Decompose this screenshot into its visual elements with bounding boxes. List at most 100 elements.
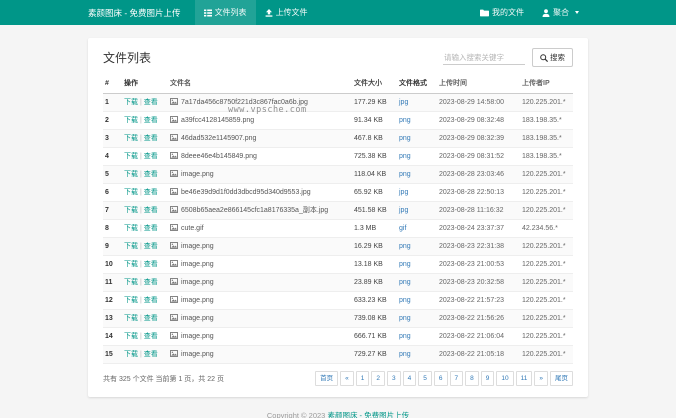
- search-input[interactable]: [443, 50, 525, 65]
- uploader-ip: 120.225.201.*: [520, 345, 573, 364]
- download-link[interactable]: 下载: [124, 135, 138, 142]
- filename: image.png: [181, 171, 214, 178]
- file-size: 666.71 KB: [352, 327, 397, 346]
- page-button[interactable]: 6: [433, 371, 448, 386]
- download-link[interactable]: 下载: [124, 351, 138, 358]
- footer-link[interactable]: 素颜图床 - 免费图片上传: [327, 411, 409, 418]
- download-link[interactable]: 下载: [124, 153, 138, 160]
- download-link[interactable]: 下载: [124, 99, 138, 106]
- col-header-name: 文件名: [168, 73, 352, 94]
- page-button[interactable]: 8: [465, 371, 479, 386]
- view-link[interactable]: 查看: [144, 135, 158, 142]
- nav-item-user-menu[interactable]: 聚合: [533, 0, 588, 25]
- table-row: 14 下载 | 查看 image.png 666.71 KB png 2023-…: [103, 327, 573, 346]
- view-link[interactable]: 查看: [144, 261, 158, 268]
- format-link[interactable]: png: [399, 135, 411, 142]
- table-row: 7 下载 | 查看 6508b65aea2e866145cfc1a8176335…: [103, 201, 573, 220]
- format-link[interactable]: gif: [399, 225, 406, 232]
- view-link[interactable]: 查看: [144, 99, 158, 106]
- view-link[interactable]: 查看: [144, 333, 158, 340]
- image-icon: [170, 188, 178, 195]
- view-link[interactable]: 查看: [144, 171, 158, 178]
- format-link[interactable]: jpg: [399, 99, 408, 106]
- format-link[interactable]: png: [399, 279, 411, 286]
- upload-icon: [265, 8, 273, 17]
- page-button[interactable]: 9: [480, 371, 495, 386]
- search-button[interactable]: 搜索: [532, 48, 573, 67]
- file-size: 177.29 KB: [352, 93, 397, 112]
- download-link[interactable]: 下载: [124, 189, 138, 196]
- view-link[interactable]: 查看: [144, 207, 158, 214]
- download-link[interactable]: 下载: [124, 207, 138, 214]
- filename: a39fcc4128145859.png: [181, 117, 255, 124]
- view-link[interactable]: 查看: [144, 189, 158, 196]
- download-link[interactable]: 下载: [124, 315, 138, 322]
- page-button[interactable]: 4: [402, 371, 417, 386]
- page-button[interactable]: «: [340, 371, 354, 386]
- nav-item-upload[interactable]: 上传文件: [256, 0, 317, 25]
- download-link[interactable]: 下载: [124, 117, 138, 124]
- format-link[interactable]: png: [399, 351, 411, 358]
- row-index: 13: [103, 309, 122, 328]
- download-link[interactable]: 下载: [124, 297, 138, 304]
- page-button[interactable]: 5: [418, 371, 432, 386]
- page-button[interactable]: 1: [355, 371, 370, 386]
- brand[interactable]: 素颜图床 - 免费图片上传: [88, 0, 181, 25]
- filename: cute.gif: [181, 225, 204, 232]
- upload-time: 2023-08-23 20:32:58: [437, 273, 520, 292]
- view-link[interactable]: 查看: [144, 225, 158, 232]
- page-button[interactable]: 尾页: [550, 371, 573, 386]
- table-row: 9 下载 | 查看 image.png 16.29 KB png 2023-08…: [103, 237, 573, 256]
- format-link[interactable]: png: [399, 117, 411, 124]
- file-table: # 操作 文件名 文件大小 文件格式 上传时间 上传者IP 1 下载 | 查看: [103, 73, 573, 364]
- format-link[interactable]: png: [399, 297, 411, 304]
- table-row: 6 下载 | 查看 be46e39d9d1f0dd3dbcd95d340d955…: [103, 183, 573, 202]
- page-button[interactable]: 2: [371, 371, 386, 386]
- download-link[interactable]: 下载: [124, 243, 138, 250]
- download-link[interactable]: 下载: [124, 279, 138, 286]
- uploader-ip: 183.198.35.*: [520, 129, 573, 148]
- row-index: 14: [103, 327, 122, 346]
- download-link[interactable]: 下载: [124, 171, 138, 178]
- format-link[interactable]: png: [399, 153, 411, 160]
- page-button[interactable]: 3: [387, 371, 401, 386]
- page-button[interactable]: »: [534, 371, 548, 386]
- format-link[interactable]: png: [399, 315, 411, 322]
- upload-time: 2023-08-29 14:58:00: [437, 93, 520, 112]
- format-link[interactable]: png: [399, 261, 411, 268]
- format-link[interactable]: png: [399, 333, 411, 340]
- view-link[interactable]: 查看: [144, 297, 158, 304]
- upload-time: 2023-08-29 08:32:48: [437, 111, 520, 130]
- download-link[interactable]: 下载: [124, 261, 138, 268]
- format-link[interactable]: jpg: [399, 207, 408, 214]
- view-link[interactable]: 查看: [144, 351, 158, 358]
- uploader-ip: 120.225.201.*: [520, 201, 573, 220]
- image-icon: [170, 296, 178, 303]
- view-link[interactable]: 查看: [144, 279, 158, 286]
- format-link[interactable]: png: [399, 171, 411, 178]
- table-row: 3 下载 | 查看 46dad532e1145907.png 467.8 KB …: [103, 129, 573, 148]
- uploader-ip: 42.234.56.*: [520, 219, 573, 238]
- file-size: 65.92 KB: [352, 183, 397, 202]
- page-button[interactable]: 首页: [315, 371, 339, 386]
- view-link[interactable]: 查看: [144, 315, 158, 322]
- page-button[interactable]: 7: [449, 371, 464, 386]
- uploader-ip: 120.225.201.*: [520, 93, 573, 112]
- view-link[interactable]: 查看: [144, 153, 158, 160]
- page-button[interactable]: 11: [515, 371, 533, 386]
- view-link[interactable]: 查看: [144, 243, 158, 250]
- upload-time: 2023-08-24 23:37:37: [437, 219, 520, 238]
- download-link[interactable]: 下载: [124, 333, 138, 340]
- download-link[interactable]: 下载: [124, 225, 138, 232]
- format-link[interactable]: png: [399, 243, 411, 250]
- col-header-time: 上传时间: [437, 73, 520, 94]
- image-icon: [170, 224, 178, 231]
- view-link[interactable]: 查看: [144, 117, 158, 124]
- row-index: 6: [103, 183, 122, 202]
- uploader-ip: 120.225.201.*: [520, 273, 573, 292]
- nav-item-my-files[interactable]: 我的文件: [471, 0, 533, 25]
- format-link[interactable]: jpg: [399, 189, 408, 196]
- nav-item-file-list[interactable]: 文件列表: [194, 0, 256, 25]
- page-button[interactable]: 10: [496, 371, 514, 386]
- uploader-ip: 120.225.201.*: [520, 327, 573, 346]
